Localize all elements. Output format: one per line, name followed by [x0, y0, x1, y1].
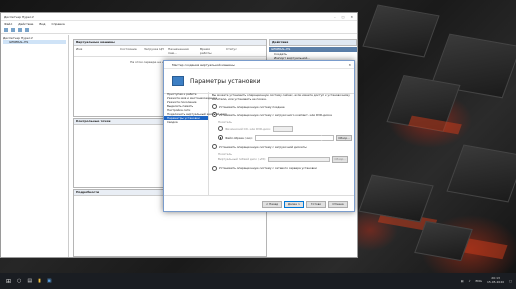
close-icon[interactable]: ✕ [350, 15, 353, 19]
browse-button[interactable]: Обзор... [336, 134, 352, 142]
option-install-later[interactable]: Установить операционную систему позднее [212, 104, 352, 110]
column-header[interactable]: Имя [76, 47, 116, 55]
floppy-browse-button[interactable]: Обзор... [332, 156, 349, 163]
vm-columns: Имя Состояние Загрузка ЦП Назначенная па… [74, 46, 266, 57]
actions-title: Действия [269, 39, 357, 46]
back-icon[interactable] [4, 28, 8, 32]
radio-button[interactable] [212, 104, 217, 110]
wizard-heading: Параметры установки [190, 77, 261, 85]
wizard-intro: Вы можете установить операционную систем… [212, 93, 350, 101]
back-button[interactable]: < Назад [262, 201, 282, 208]
wallpaper-cube [358, 174, 434, 223]
radio-button[interactable] [212, 165, 217, 171]
wizard-titlebar: Мастер создания виртуальной машины ✕ [164, 61, 354, 69]
network-icon[interactable]: ▤ [461, 279, 464, 283]
radio-button[interactable] [212, 112, 217, 118]
wizard-title: Мастер создания виртуальной машины [172, 62, 235, 67]
task-view-icon[interactable]: ▤ [27, 278, 32, 284]
option-label: Установить операционную систему с загруз… [219, 112, 332, 117]
option-image-file[interactable]: Файл образа (.iso): Обзор... [212, 134, 352, 142]
image-file-label: Файл образа (.iso): [225, 135, 253, 140]
up-icon[interactable] [18, 28, 22, 32]
help-icon[interactable] [25, 28, 29, 32]
navigation-tree: Диспетчер Hyper-V GENERAL-HS [1, 35, 69, 257]
option-label: Установить операционную систему позднее [219, 104, 285, 109]
wizard-step[interactable]: Сводка [164, 120, 208, 124]
finish-button[interactable]: Готово [306, 201, 326, 208]
wizard-body: Вы можете установить операционную систем… [212, 93, 352, 194]
media-label: Носитель [218, 120, 232, 125]
forward-icon[interactable] [11, 28, 15, 32]
column-header[interactable]: Загрузка ЦП [144, 47, 164, 55]
cancel-button[interactable]: Отмена [328, 201, 348, 208]
column-header[interactable]: Время работы [200, 47, 222, 55]
window-titlebar: Диспетчер Hyper-V – □ ✕ [1, 13, 357, 21]
wizard-footer: < Назад Далее > Готово Отмена [164, 195, 354, 211]
toolbar [1, 27, 357, 34]
hyperv-taskbar-icon[interactable]: ▣ [47, 278, 52, 284]
start-icon[interactable]: ⊞ [6, 278, 11, 285]
new-vm-wizard: Мастер создания виртуальной машины ✕ Пар… [163, 60, 355, 212]
minimize-icon[interactable]: – [334, 15, 336, 19]
volume-icon[interactable]: ♪ [469, 279, 471, 283]
wizard-steps: Приступая к работе Укажите имя и местона… [164, 92, 227, 196]
radio-button[interactable] [218, 126, 223, 132]
option-install-network[interactable]: Установить операционную систему с сетево… [212, 165, 352, 171]
close-icon[interactable]: ✕ [348, 63, 354, 67]
menu-file[interactable]: Файл [4, 22, 12, 26]
floppy-row: Виртуальный гибкий диск (.vfd): Обзор... [212, 156, 352, 163]
taskbar: ⊞ ○ ▤ ▮ ▣ ▤ ♪ ENG 20:13 15.05.2020 □ [0, 273, 516, 289]
option-install-dvd[interactable]: Установить операционную систему с загруз… [212, 112, 352, 118]
clock[interactable]: 20:13 15.05.2020 [487, 277, 504, 284]
notifications-icon[interactable]: □ [509, 279, 512, 283]
option-label: Установить операционную систему с сетево… [219, 166, 317, 171]
option-physical-drive[interactable]: Физический CD- или DVD-диск: [212, 126, 352, 132]
radio-button[interactable] [218, 135, 223, 141]
next-button[interactable]: Далее > [284, 201, 304, 208]
option-label: Установить операционную систему с загруз… [219, 144, 307, 149]
column-header[interactable]: Состояние [120, 47, 140, 55]
system-tray: ▤ ♪ ENG 20:13 15.05.2020 □ [461, 277, 516, 284]
wallpaper-cube [414, 220, 473, 262]
floppy-path-field[interactable] [268, 156, 331, 163]
wizard-icon [172, 76, 184, 86]
menu-help[interactable]: Справка [52, 22, 65, 26]
radio-button[interactable] [212, 144, 217, 150]
clock-date: 15.05.2020 [486, 280, 505, 284]
window-title: Диспетчер Hyper-V [4, 14, 34, 19]
search-icon[interactable]: ○ [17, 278, 21, 284]
wallpaper-cube [362, 4, 440, 58]
option-install-floppy[interactable]: Установить операционную систему с загруз… [212, 144, 352, 150]
column-header[interactable]: Статус [226, 47, 240, 55]
maximize-icon[interactable]: □ [342, 15, 345, 19]
file-explorer-icon[interactable]: ▮ [38, 278, 41, 284]
floppy-label: Виртуальный гибкий диск (.vfd): [218, 157, 267, 162]
column-header[interactable]: Назначенная пам... [168, 47, 196, 55]
wallpaper-cube [446, 144, 516, 203]
tree-server[interactable]: GENERAL-HS [3, 40, 66, 44]
menu-action[interactable]: Действие [18, 22, 33, 26]
language-indicator[interactable]: ENG [476, 279, 482, 283]
wizard-header: Параметры установки [164, 69, 354, 94]
menu-view[interactable]: Вид [39, 22, 45, 26]
physical-drive-label: Физический CD- или DVD-диск: [225, 126, 272, 131]
physical-drive-select[interactable] [273, 126, 294, 132]
